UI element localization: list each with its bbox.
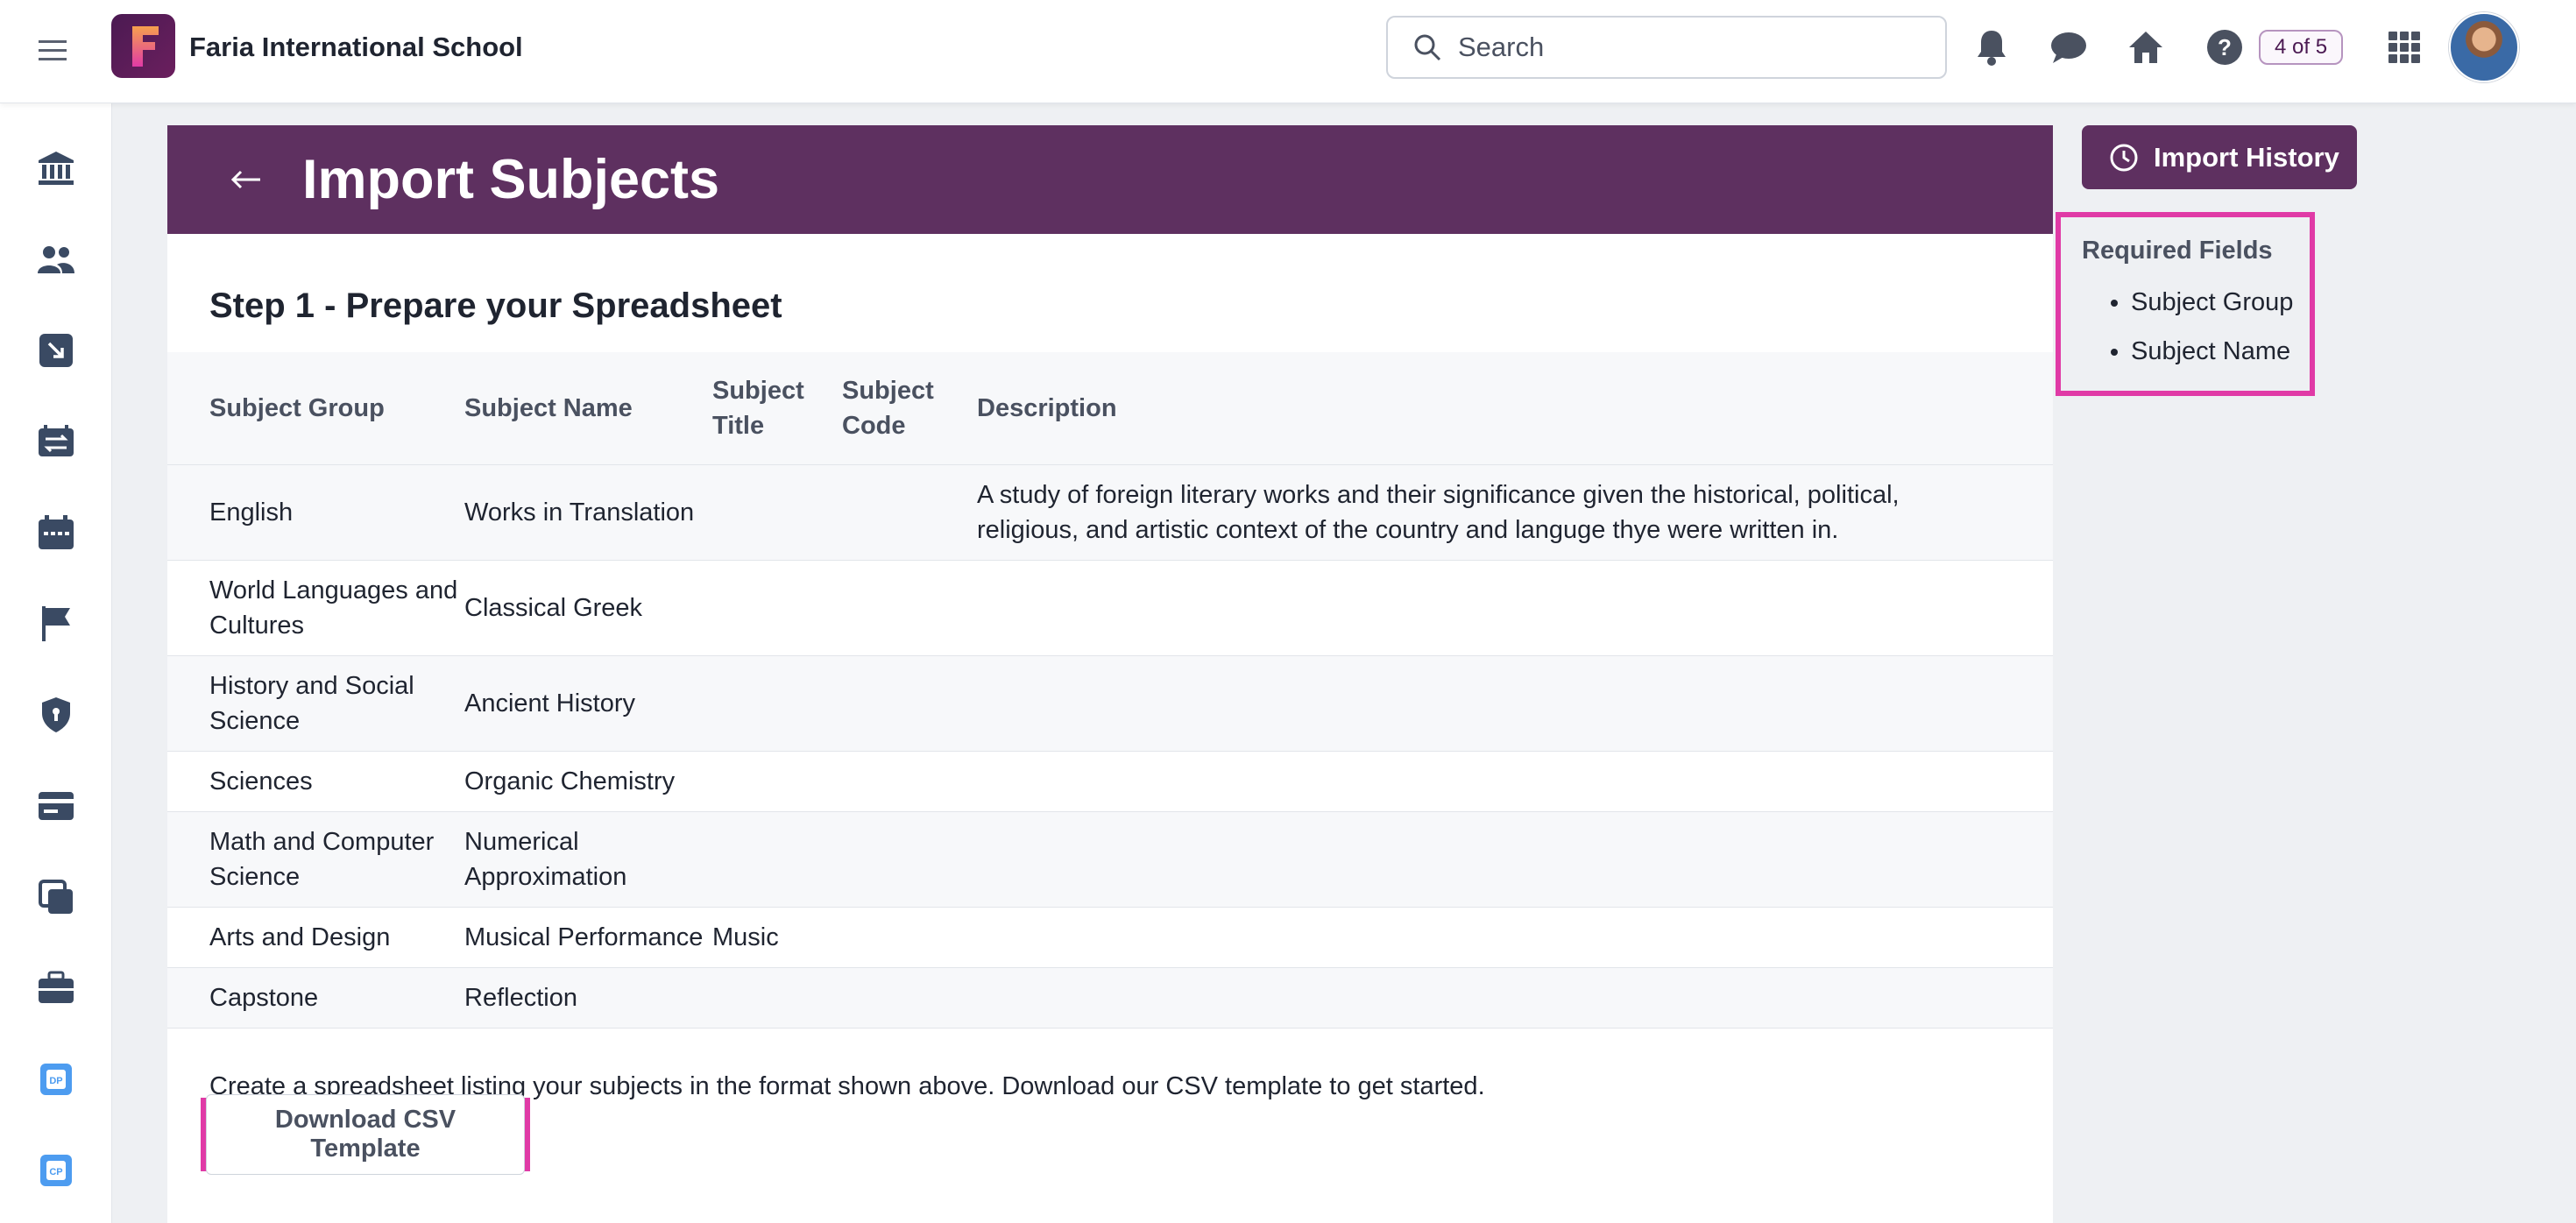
example-table: Subject Group Subject Name Subject Title…: [167, 352, 2053, 1029]
people-icon[interactable]: [35, 238, 77, 280]
shield-icon[interactable]: [35, 694, 77, 736]
cell-subject-group: Math and Computer Science: [167, 811, 464, 908]
table-header-row: Subject Group Subject Name Subject Title…: [167, 352, 2053, 465]
sidebar: DP CP: [0, 103, 112, 1223]
cell-subject-title: [712, 967, 842, 1029]
cell-subject-name: Organic Chemistry: [464, 751, 712, 812]
col-header-description: Description: [977, 352, 2053, 465]
cell-description: [977, 655, 2053, 752]
cell-subject-code: [842, 967, 977, 1029]
user-avatar[interactable]: [2449, 12, 2519, 82]
apps-grid-icon[interactable]: [2383, 26, 2425, 68]
col-header-subject-name: Subject Name: [464, 352, 712, 465]
required-field-item: Subject Group: [2131, 278, 2310, 327]
cell-description: [977, 967, 2053, 1029]
import-arrow-icon[interactable]: [35, 329, 77, 371]
card-icon[interactable]: [35, 785, 77, 827]
cell-subject-code: [842, 464, 977, 561]
step-title: Step 1 - Prepare your Spreadsheet: [209, 286, 782, 325]
cell-description: [977, 560, 2053, 656]
col-header-subject-title: Subject Title: [712, 352, 842, 465]
svg-text:?: ?: [2218, 34, 2232, 60]
cell-subject-name: Reflection: [464, 967, 712, 1029]
cell-subject-code: [842, 907, 977, 968]
svg-text:CP: CP: [49, 1167, 62, 1177]
back-arrow-icon: [230, 170, 260, 189]
cell-subject-name: Musical Performance: [464, 907, 712, 968]
cell-subject-group: History and Social Science: [167, 655, 464, 752]
cell-subject-code: [842, 751, 977, 812]
transfer-icon[interactable]: [35, 421, 77, 463]
cell-subject-title: [712, 811, 842, 908]
table-row: Sciences Organic Chemistry: [167, 751, 2053, 812]
help-icon[interactable]: ?: [2204, 26, 2246, 68]
cell-subject-name: Works in Translation: [464, 464, 712, 561]
cell-subject-name: Ancient History: [464, 655, 712, 752]
home-icon[interactable]: [2125, 26, 2167, 68]
cell-subject-group: Sciences: [167, 751, 464, 812]
flag-icon[interactable]: [35, 603, 77, 645]
table-row: History and Social Science Ancient Histo…: [167, 655, 2053, 752]
table-row: Capstone Reflection: [167, 967, 2053, 1029]
school-logo[interactable]: [111, 14, 175, 78]
cell-description: A study of foreign literary works and th…: [977, 464, 2053, 561]
cell-subject-code: [842, 811, 977, 908]
cell-subject-group: World Languages and Cultures: [167, 560, 464, 656]
download-highlight: Download CSV Template: [201, 1094, 530, 1175]
search-icon: [1414, 34, 1441, 61]
calendar-icon[interactable]: [35, 512, 77, 554]
back-button[interactable]: [204, 138, 288, 222]
import-card: Import Subjects Step 1 - Prepare your Sp…: [167, 125, 2053, 1223]
institution-icon[interactable]: [35, 147, 77, 189]
cell-subject-code: [842, 655, 977, 752]
cell-subject-name: Classical Greek: [464, 560, 712, 656]
search-input[interactable]: [1458, 32, 1914, 63]
table-row: World Languages and Cultures Classical G…: [167, 560, 2053, 656]
required-fields-title: Required Fields: [2082, 237, 2273, 265]
cell-subject-group: English: [167, 464, 464, 561]
school-name: Faria International School: [189, 32, 523, 62]
cell-description: [977, 907, 2053, 968]
cell-subject-title: [712, 464, 842, 561]
cell-subject-code: [842, 560, 977, 656]
col-header-subject-group: Subject Group: [167, 352, 464, 465]
copy-icon[interactable]: [35, 876, 77, 918]
svg-text:DP: DP: [49, 1076, 62, 1086]
bell-icon[interactable]: [1971, 26, 2013, 68]
cell-description: [977, 811, 2053, 908]
cell-subject-title: Music: [712, 907, 842, 968]
chat-icon[interactable]: [2048, 26, 2090, 68]
clock-history-icon: [2110, 144, 2138, 171]
briefcase-icon[interactable]: [35, 967, 77, 1009]
cell-subject-title: [712, 560, 842, 656]
cell-subject-group: Arts and Design: [167, 907, 464, 968]
cell-subject-name: Numerical Approximation: [464, 811, 712, 908]
cell-subject-title: [712, 751, 842, 812]
dp-app-icon[interactable]: DP: [35, 1058, 77, 1100]
table-row: English Works in Translation A study of …: [167, 464, 2053, 561]
menu-icon[interactable]: [35, 33, 70, 68]
table-row: Math and Computer Science Numerical Appr…: [167, 811, 2053, 908]
download-csv-template-button[interactable]: Download CSV Template: [206, 1094, 525, 1175]
top-bar: Faria International School ? 4 of 5: [0, 0, 2576, 103]
required-fields-panel: Required Fields Subject Group Subject Na…: [2056, 212, 2315, 396]
cp-app-icon[interactable]: CP: [35, 1149, 77, 1191]
search-box[interactable]: [1386, 16, 1947, 79]
required-fields-list: Subject Group Subject Name: [2131, 278, 2310, 376]
import-history-button[interactable]: Import History: [2082, 125, 2357, 189]
col-header-subject-code: Subject Code: [842, 352, 977, 465]
page-title: Import Subjects: [302, 149, 720, 210]
cell-subject-title: [712, 655, 842, 752]
table-row: Arts and Design Musical Performance Musi…: [167, 907, 2053, 968]
required-field-item: Subject Name: [2131, 327, 2310, 376]
cell-subject-group: Capstone: [167, 967, 464, 1029]
cell-description: [977, 751, 2053, 812]
page-header: Import Subjects: [167, 125, 2053, 234]
pager-badge[interactable]: 4 of 5: [2259, 30, 2344, 65]
import-history-label: Import History: [2154, 141, 2339, 173]
